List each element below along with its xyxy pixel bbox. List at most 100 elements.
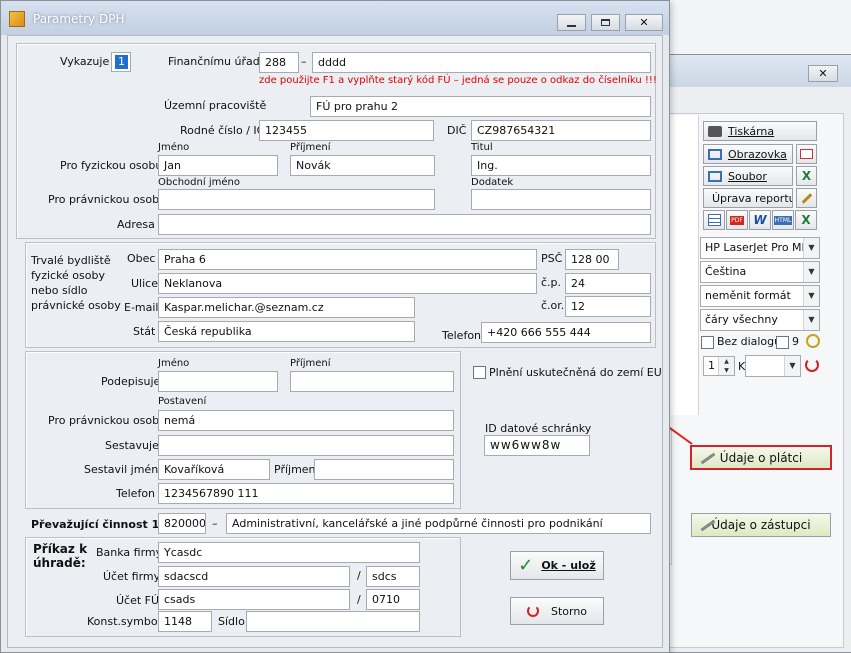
- mail-icon: [800, 149, 813, 159]
- stat-label: Stát: [133, 325, 156, 338]
- edit-report-button[interactable]: [796, 188, 817, 208]
- chevron-down-icon: ▼: [803, 286, 819, 306]
- nine-checkbox[interactable]: [776, 336, 789, 349]
- power-icon[interactable]: [805, 358, 819, 372]
- close-icon: ✕: [818, 67, 828, 80]
- close-button[interactable]: ✕: [625, 14, 663, 31]
- cinnost-text-input[interactable]: Administrativní, kancelářské a jiné podp…: [226, 513, 651, 534]
- podepisuje-jmeno-input[interactable]: [158, 371, 278, 392]
- fo-jmeno-input[interactable]: Jan: [158, 155, 278, 176]
- settings-icon[interactable]: [806, 334, 820, 348]
- email-label: E-mail: [124, 301, 159, 314]
- dic-label: DIČ: [447, 124, 467, 137]
- rc-input[interactable]: 123455: [259, 120, 434, 141]
- email-input[interactable]: Kaspar.melichar.@seznam.cz: [158, 297, 415, 318]
- telefon-label: Telefon: [442, 329, 482, 342]
- ok-save-button[interactable]: ✓ Ok - ulož: [510, 551, 604, 580]
- obec-input[interactable]: Praha 6: [158, 249, 537, 270]
- psc-input[interactable]: 128 00: [565, 249, 619, 270]
- podepisuje-prijmeni-input[interactable]: [290, 371, 454, 392]
- obrazovka-button[interactable]: Obrazovka: [703, 144, 793, 164]
- sestavuje-input[interactable]: [158, 435, 454, 456]
- fu-name-input[interactable]: dddd: [312, 52, 651, 73]
- html-icon: HTML: [773, 215, 793, 225]
- postaveni-label: Postavení: [158, 396, 207, 407]
- stat-input[interactable]: Česká republika: [158, 321, 415, 342]
- fo-prijmeni-input[interactable]: Novák: [290, 155, 435, 176]
- dodatek-label: Dodatek: [471, 177, 514, 188]
- no-dialog-checkbox[interactable]: [701, 336, 714, 349]
- printer-select[interactable]: HP LaserJet Pro MFP ▼: [700, 237, 820, 259]
- dic-input[interactable]: CZ987654321: [471, 120, 651, 141]
- sestavil-prijmeni-label: Příjmení: [274, 463, 319, 476]
- ks-label: Konst.symbol: [87, 615, 161, 628]
- cinnost-dash: –: [212, 517, 218, 530]
- ucetfu-input[interactable]: csads: [158, 589, 350, 610]
- chevron-down-icon: ▼: [803, 310, 819, 330]
- chevron-down-icon: ▼: [803, 262, 819, 282]
- k-select[interactable]: ▼: [745, 355, 801, 377]
- maximize-icon: [601, 19, 610, 26]
- sidlo-input[interactable]: [246, 611, 420, 632]
- tiskarna-button[interactable]: Tiskárna: [703, 121, 817, 141]
- banka-input[interactable]: Ycasdc: [158, 542, 420, 563]
- minimize-button[interactable]: [557, 14, 586, 31]
- email-button[interactable]: [796, 144, 817, 164]
- fu-code-input[interactable]: 288: [259, 52, 299, 73]
- fo-titul-input[interactable]: Ing.: [471, 155, 651, 176]
- format-select[interactable]: neměnit formát ▼: [700, 285, 820, 307]
- telefon2-input[interactable]: 1234567890 111: [158, 483, 454, 504]
- table-format-button[interactable]: [703, 210, 725, 230]
- language-select[interactable]: Čeština ▼: [700, 261, 820, 283]
- postaveni-input[interactable]: nemá: [158, 410, 454, 431]
- wand-icon: [707, 196, 709, 200]
- psc-label: PSČ: [541, 252, 563, 265]
- app-icon: [9, 11, 25, 27]
- up-input[interactable]: FÚ pro prahu 2: [310, 96, 651, 117]
- maximize-button[interactable]: [591, 14, 620, 31]
- ucet-bank-input[interactable]: sdcs: [366, 566, 420, 587]
- word-button[interactable]: W: [749, 210, 771, 230]
- file-icon: [708, 170, 722, 182]
- sestavil-prijmeni-input[interactable]: [314, 459, 454, 480]
- fo-label: Pro fyzickou osobu: [60, 159, 163, 172]
- cor-input[interactable]: 12: [565, 296, 651, 317]
- telefon2-label: Telefon: [116, 487, 156, 500]
- titul-label: Titul: [471, 142, 493, 153]
- pdf-icon: PDF: [730, 215, 744, 225]
- eu-checkbox[interactable]: [473, 366, 486, 379]
- copies-spinner[interactable]: 1 ▲ ▼: [703, 356, 735, 376]
- html-button[interactable]: HTML: [772, 210, 794, 230]
- po-obch-input[interactable]: [158, 189, 435, 210]
- sestavil-jmeno-input[interactable]: Kovaříková: [158, 459, 270, 480]
- pdf-button[interactable]: PDF: [726, 210, 748, 230]
- ids-input[interactable]: ww6ww8w: [484, 435, 590, 456]
- sestavil-label: Sestavil jméno: [84, 463, 165, 476]
- excel-icon: X: [801, 169, 812, 183]
- ks-input[interactable]: 1148: [158, 611, 212, 632]
- lines-select[interactable]: čáry všechny ▼: [700, 309, 820, 331]
- uprava-reportu-button[interactable]: Úprava reportu: [703, 188, 793, 208]
- storno-button[interactable]: Storno: [510, 597, 604, 625]
- banka-label: Banka firmy: [96, 546, 163, 559]
- excel-button[interactable]: X: [796, 166, 817, 186]
- background-close-button[interactable]: ✕: [808, 65, 838, 82]
- monitor-icon: [708, 148, 722, 160]
- ucet-input[interactable]: sdacscd: [158, 566, 350, 587]
- vykazuje-field[interactable]: 1: [111, 52, 131, 72]
- udaje-o-platci-button[interactable]: Údaje o plátci: [690, 445, 832, 470]
- cp-input[interactable]: 24: [565, 273, 651, 294]
- udaje-o-zastupci-button[interactable]: Údaje o zástupci: [691, 513, 831, 537]
- po-dodatek-input[interactable]: [471, 189, 651, 210]
- close-icon: ✕: [639, 16, 649, 29]
- ulice-input[interactable]: Neklanova: [158, 273, 537, 294]
- prijmeni-label: Příjmení: [290, 142, 331, 153]
- adresa-label: Adresa: [117, 218, 155, 231]
- adresa-input[interactable]: [158, 214, 651, 235]
- telefon-input[interactable]: +420 666 555 444: [481, 322, 651, 343]
- cinnost-code-input[interactable]: 820000: [158, 513, 206, 534]
- excel-format-button[interactable]: X: [795, 210, 817, 230]
- soubor-button[interactable]: Soubor: [703, 166, 793, 186]
- ucetfu-label: Účet FÚ: [116, 594, 160, 607]
- ucetfu-bank-input[interactable]: 0710: [366, 589, 420, 610]
